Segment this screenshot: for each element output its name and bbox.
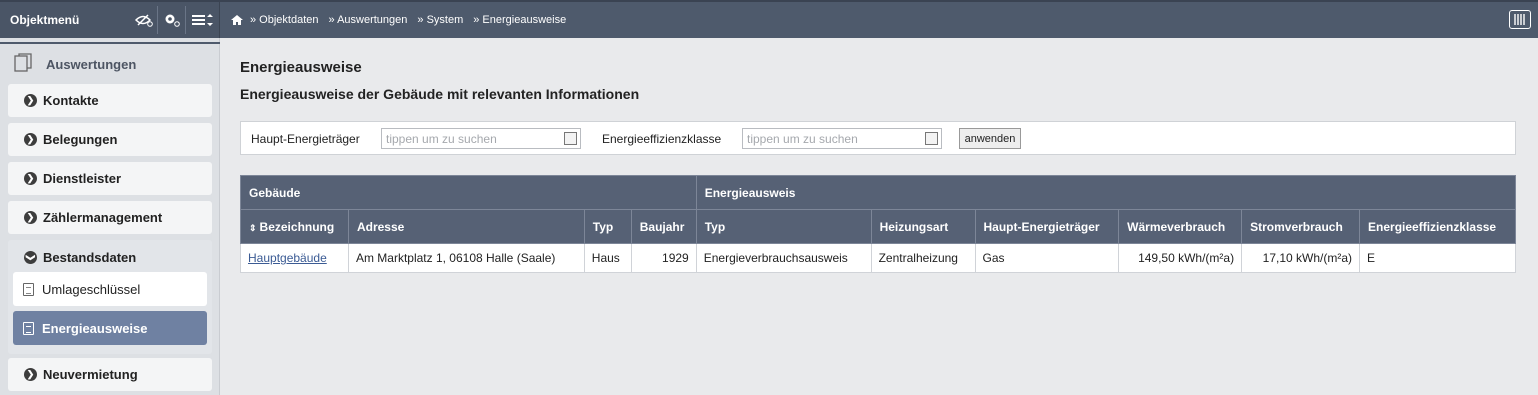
filter-label-energietraeger: Haupt-Energieträger (251, 132, 360, 146)
cell-typ: Haus (583, 243, 632, 273)
chevron-right-icon: ❯ (24, 133, 37, 146)
divider (185, 6, 186, 34)
menu-list-icon[interactable] (191, 10, 213, 30)
sidebar-item-dienstleister[interactable]: ❯ Dienstleister (8, 162, 212, 195)
sidebar-item-label: Zählermanagement (43, 210, 163, 225)
column-header-adresse: Adresse (347, 209, 585, 244)
picker-icon[interactable] (564, 132, 577, 145)
cell-energietraeger: Gas (974, 243, 1120, 273)
column-header-energietraeger: Haupt-Energieträger (974, 209, 1120, 244)
filter-label-effizienzklasse: Energieeffizienzklasse (602, 132, 722, 146)
divider (157, 6, 158, 34)
column-header-bezeichnung[interactable]: ⇕ Bezeichnung (240, 209, 349, 244)
sidebar-item-label: Dienstleister (43, 171, 122, 186)
cell-ausweis-typ: Energieverbrauchsausweis (695, 243, 872, 273)
search-input-energietraeger[interactable]: tippen um zu suchen (381, 128, 581, 149)
picker-icon[interactable] (925, 132, 938, 145)
cell-heizungsart: Zentralheizung (870, 243, 976, 273)
sidebar-group-bestandsdaten: ❯ Bestandsdaten Umlageschlüssel Energiea… (8, 240, 212, 354)
cell-stromverbrauch: 17,10 kWh/(m²a) (1241, 243, 1361, 273)
chevron-right-icon: ❯ (24, 94, 37, 107)
sidebar: Auswertungen ❯ Kontakte ❯ Belegungen ❯ D… (0, 38, 220, 395)
sidebar-item-kontakte[interactable]: ❯ Kontakte (8, 84, 212, 117)
sidebar-header: Auswertungen (0, 42, 220, 80)
sidebar-header-label: Auswertungen (46, 57, 137, 72)
building-link[interactable]: Hauptgebäude (248, 251, 327, 265)
column-header-typ: Typ (583, 209, 632, 244)
breadcrumb: » Objektdaten » Auswertungen » System » … (250, 14, 576, 26)
sidebar-subitem-energieausweise[interactable]: Energieausweise (13, 311, 207, 345)
page-subtitle: Energieausweise der Gebäude mit relevant… (240, 86, 640, 102)
column-header-effizienzklasse: Energieeffizienzklasse (1359, 209, 1516, 244)
sidebar-item-belegungen[interactable]: ❯ Belegungen (8, 123, 212, 156)
cell-bezeichnung: Hauptgebäude (240, 243, 349, 273)
apply-button[interactable]: anwenden (959, 128, 1021, 149)
table-group-header-row: Gebäude Energieausweis (240, 175, 1517, 210)
page-title: Energieausweise (240, 59, 362, 76)
group-header-energieausweis: Energieausweis (695, 175, 1517, 210)
object-menu-title: Objektmenü (10, 13, 80, 27)
cell-waermeverbrauch: 149,50 kWh/(m²a) (1118, 243, 1243, 273)
column-header-waermeverbrauch: Wärmeverbrauch (1118, 209, 1243, 244)
column-header-stromverbrauch: Stromverbrauch (1241, 209, 1361, 244)
pages-icon (14, 53, 34, 76)
breadcrumb-system[interactable]: » System (417, 14, 463, 26)
column-header-heizungsart: Heizungsart (870, 209, 976, 244)
sidebar-item-label: Belegungen (43, 132, 118, 147)
chevron-right-icon: ❯ (24, 172, 37, 185)
sidebar-item-label: Neuvermietung (43, 367, 138, 382)
table-header-row: ⇕ Bezeichnung Adresse Typ Baujahr Typ Hei… (240, 209, 1516, 244)
columns-icon[interactable] (1509, 10, 1531, 29)
column-header-ausweis-typ: Typ (695, 209, 872, 244)
chevron-right-icon: ❯ (24, 368, 37, 381)
sidebar-item-label: Kontakte (43, 93, 99, 108)
breadcrumb-objektdaten[interactable]: » Objektdaten (250, 14, 319, 26)
gear-icon[interactable] (161, 10, 183, 30)
eye-settings-icon[interactable] (133, 10, 155, 30)
sidebar-subitem-label: Energieausweise (42, 320, 148, 336)
top-bar: Objektmenü » Objektdaten » Auswertungen … (0, 0, 1538, 38)
filter-bar: Haupt-Energieträger tippen um zu suchen … (240, 121, 1516, 155)
sort-icon: ⇕ (249, 222, 257, 233)
search-input-effizienzklasse[interactable]: tippen um zu suchen (742, 128, 942, 149)
document-icon (23, 282, 34, 296)
home-icon[interactable] (226, 10, 248, 30)
chevron-right-icon: ❯ (24, 211, 37, 224)
cell-effizienzklasse: E (1359, 243, 1516, 273)
sidebar-item-label: Bestandsdaten (43, 250, 137, 265)
sidebar-item-zaehlermanagement[interactable]: ❯ Zählermanagement (8, 201, 212, 234)
group-header-gebaeude: Gebäude (240, 175, 697, 210)
column-header-baujahr: Baujahr (630, 209, 697, 244)
sidebar-item-bestandsdaten[interactable]: ❯ Bestandsdaten (24, 250, 136, 265)
object-menu-header: Objektmenü (0, 2, 220, 38)
breadcrumb-auswertungen[interactable]: » Auswertungen (329, 14, 408, 26)
chevron-down-icon: ❯ (24, 251, 37, 264)
sidebar-item-neuvermietung[interactable]: ❯ Neuvermietung (8, 358, 212, 391)
breadcrumb-energieausweise[interactable]: » Energieausweise (473, 14, 566, 26)
cell-adresse: Am Marktplatz 1, 06108 Halle (Saale) (347, 243, 585, 273)
table-row: Hauptgebäude Am Marktplatz 1, 06108 Hall… (240, 243, 1516, 273)
input-placeholder: tippen um zu suchen (386, 132, 497, 146)
sidebar-subitem-umlageschluessel[interactable]: Umlageschlüssel (13, 272, 207, 306)
input-placeholder: tippen um zu suchen (747, 132, 858, 146)
energy-certificates-table: Gebäude Energieausweis ⇕ Bezeichnung Adre… (240, 175, 1517, 273)
column-header-label: Bezeichnung (259, 219, 335, 234)
document-icon (23, 321, 34, 335)
cell-baujahr: 1929 (630, 243, 697, 273)
main-content: Energieausweise Energieausweise der Gebä… (221, 38, 1538, 395)
sidebar-subitem-label: Umlageschlüssel (42, 281, 141, 297)
